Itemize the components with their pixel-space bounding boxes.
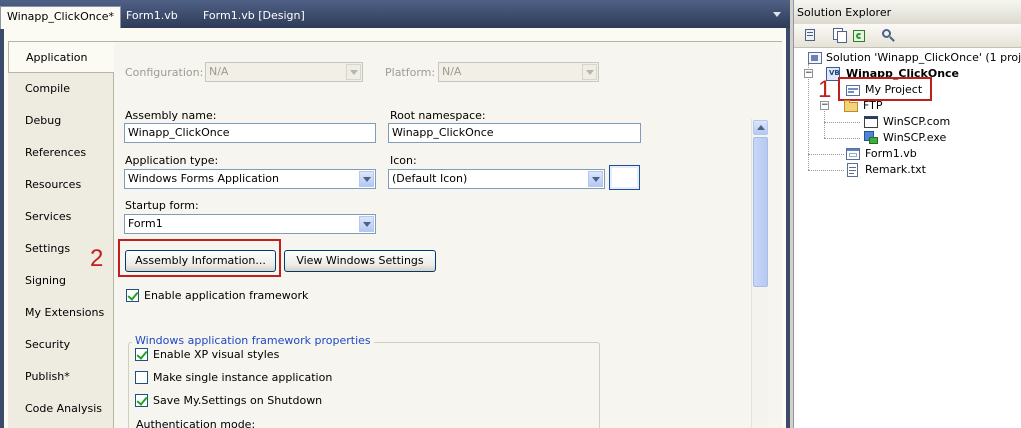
- annotation-marker-2: 2: [90, 245, 104, 272]
- remark-node[interactable]: Remark.txt: [865, 162, 926, 178]
- tree-line: [808, 154, 844, 155]
- project-properties-page: Application Compile Debug References Res…: [4, 28, 786, 428]
- scroll-up-button[interactable]: [753, 120, 768, 135]
- view-class-diagram-icon[interactable]: [880, 28, 896, 44]
- configuration-value: N/A: [209, 65, 229, 78]
- tree-line: [808, 170, 844, 171]
- solution-explorer-title: Solution Explorer: [794, 0, 1021, 24]
- tab-winapp-clickonce[interactable]: Winapp_ClickOnce*: [0, 6, 122, 29]
- application-settings-panel: Configuration: N/A Platform: N/A Assembl…: [90, 41, 782, 428]
- tree-line: [824, 138, 860, 139]
- tab-form1-design[interactable]: Form1.vb [Design]: [197, 6, 311, 28]
- chevron-down-icon[interactable]: [588, 171, 603, 187]
- authentication-mode-label: Authentication mode:: [136, 418, 256, 428]
- chevron-down-icon[interactable]: [359, 171, 374, 187]
- sidebar-item-security[interactable]: Security: [8, 329, 114, 361]
- properties-icon[interactable]: [803, 28, 819, 44]
- arrow-up-icon: [757, 125, 765, 130]
- application-type-label: Application type:: [125, 154, 219, 167]
- sidebar-item-code-analysis[interactable]: Code Analysis: [8, 393, 114, 425]
- my-project-node[interactable]: My Project: [865, 82, 922, 98]
- solution-node[interactable]: Solution 'Winapp_ClickOnce' (1 project): [826, 50, 1021, 66]
- winscp-exe-node[interactable]: WinSCP.exe: [883, 130, 946, 146]
- save-settings-label: Save My.Settings on Shutdown: [153, 394, 323, 407]
- sidebar-item-publish[interactable]: Publish*: [8, 361, 114, 393]
- application-type-select[interactable]: Windows Forms Application: [124, 169, 376, 189]
- refresh-icon[interactable]: [851, 28, 867, 44]
- tree-line: [824, 122, 860, 123]
- enable-framework-checkbox[interactable]: [126, 289, 139, 302]
- sidebar-item-references[interactable]: References: [8, 137, 114, 169]
- sidebar-item-debug[interactable]: Debug: [8, 105, 114, 137]
- chevron-down-icon: [582, 64, 597, 80]
- root-namespace-label: Root namespace:: [390, 109, 486, 122]
- single-instance-checkbox[interactable]: [135, 371, 148, 384]
- document-tab-bar: Winapp_ClickOnce* Form1.vb Form1.vb [Des…: [0, 0, 790, 29]
- icon-select[interactable]: (Default Icon): [388, 169, 605, 189]
- assembly-name-input[interactable]: Winapp_ClickOnce: [124, 123, 376, 143]
- icon-preview: [609, 165, 640, 190]
- assembly-information-button[interactable]: Assembly Information...: [125, 250, 276, 272]
- folder-open-icon: [844, 99, 858, 113]
- sidebar-item-compile[interactable]: Compile: [8, 73, 114, 105]
- collapse-project-icon[interactable]: −: [804, 69, 813, 78]
- my-project-icon: [846, 83, 860, 97]
- vertical-scrollbar[interactable]: [751, 119, 768, 428]
- solution-explorer-toolbar: [794, 24, 1021, 48]
- chevron-down-icon[interactable]: [773, 12, 781, 17]
- chevron-down-icon[interactable]: [359, 216, 374, 232]
- sidebar-item-application[interactable]: Application: [8, 41, 115, 73]
- startup-form-label: Startup form:: [125, 199, 199, 212]
- solution-explorer: Solution Explorer Solution 'Winapp_Click…: [793, 0, 1021, 428]
- single-instance-label: Make single instance application: [153, 371, 333, 384]
- sidebar-item-my-extensions[interactable]: My Extensions: [8, 297, 114, 329]
- collapse-folder-icon[interactable]: −: [820, 101, 829, 110]
- icon-value: (Default Icon): [392, 172, 468, 185]
- solution-icon: [808, 51, 822, 65]
- editor-area: Winapp_ClickOnce* Form1.vb Form1.vb [Des…: [0, 0, 790, 428]
- form1-node[interactable]: Form1.vb: [865, 146, 917, 162]
- root-namespace-input[interactable]: Winapp_ClickOnce: [388, 123, 641, 143]
- platform-combo: N/A: [438, 62, 599, 82]
- startup-form-value: Form1: [128, 217, 163, 230]
- sidebar-item-resources[interactable]: Resources: [8, 169, 114, 201]
- framework-group-title: Windows application framework properties: [132, 334, 374, 347]
- icon-label: Icon:: [390, 154, 417, 167]
- executable-file-icon: [864, 131, 878, 145]
- assembly-name-label: Assembly name:: [125, 109, 217, 122]
- tab-form1-vb[interactable]: Form1.vb: [120, 6, 184, 28]
- winscp-com-node[interactable]: WinSCP.com: [883, 114, 950, 130]
- console-file-icon: [864, 115, 878, 129]
- platform-value: N/A: [442, 65, 462, 78]
- startup-form-select[interactable]: Form1: [124, 214, 376, 234]
- xp-styles-checkbox[interactable]: [135, 348, 148, 361]
- configuration-label: Configuration:: [125, 66, 204, 79]
- view-windows-settings-button[interactable]: View Windows Settings: [284, 250, 436, 272]
- properties-sidebar: Application Compile Debug References Res…: [8, 41, 115, 428]
- show-all-files-icon[interactable]: [832, 28, 848, 44]
- application-type-value: Windows Forms Application: [128, 172, 279, 185]
- xp-styles-label: Enable XP visual styles: [153, 348, 280, 361]
- chevron-down-icon: [346, 64, 361, 80]
- platform-label: Platform:: [385, 66, 436, 79]
- save-settings-checkbox[interactable]: [135, 394, 148, 407]
- scroll-thumb[interactable]: [753, 137, 768, 287]
- enable-framework-label: Enable application framework: [144, 289, 309, 302]
- ftp-folder-node[interactable]: FTP: [863, 98, 883, 114]
- text-file-icon: [846, 163, 860, 177]
- configuration-combo: N/A: [205, 62, 363, 82]
- sidebar-item-services[interactable]: Services: [8, 201, 114, 233]
- form-file-icon: [846, 147, 860, 161]
